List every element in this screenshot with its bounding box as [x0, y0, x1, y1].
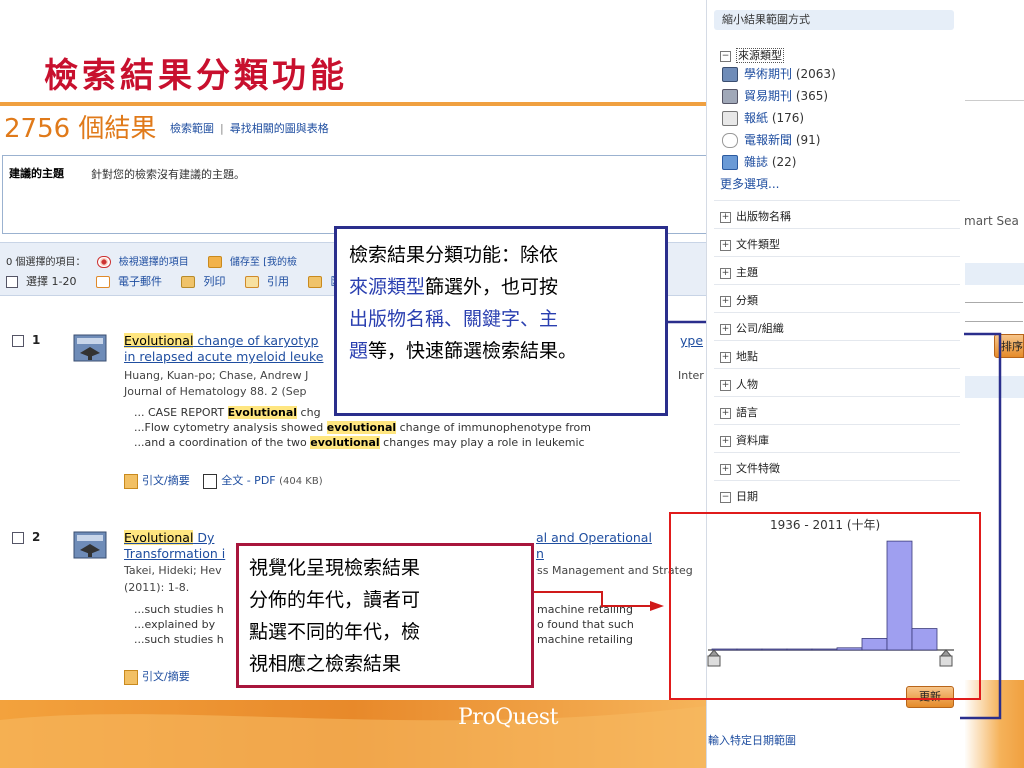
callout-refine-feature: 檢索結果分類功能：除依 來源類型篩選外，也可按 出版物名稱、關鍵字、主 題等，快…: [334, 226, 668, 416]
connector-blue-right: [960, 332, 1002, 720]
callout-date-visualization: 視覺化呈現檢索結果 分佈的年代，讀者可 點選不同的年代，檢 視相應之檢索結果: [236, 543, 534, 688]
connector-red: [534, 591, 650, 607]
arrowhead-icon: [650, 601, 664, 611]
